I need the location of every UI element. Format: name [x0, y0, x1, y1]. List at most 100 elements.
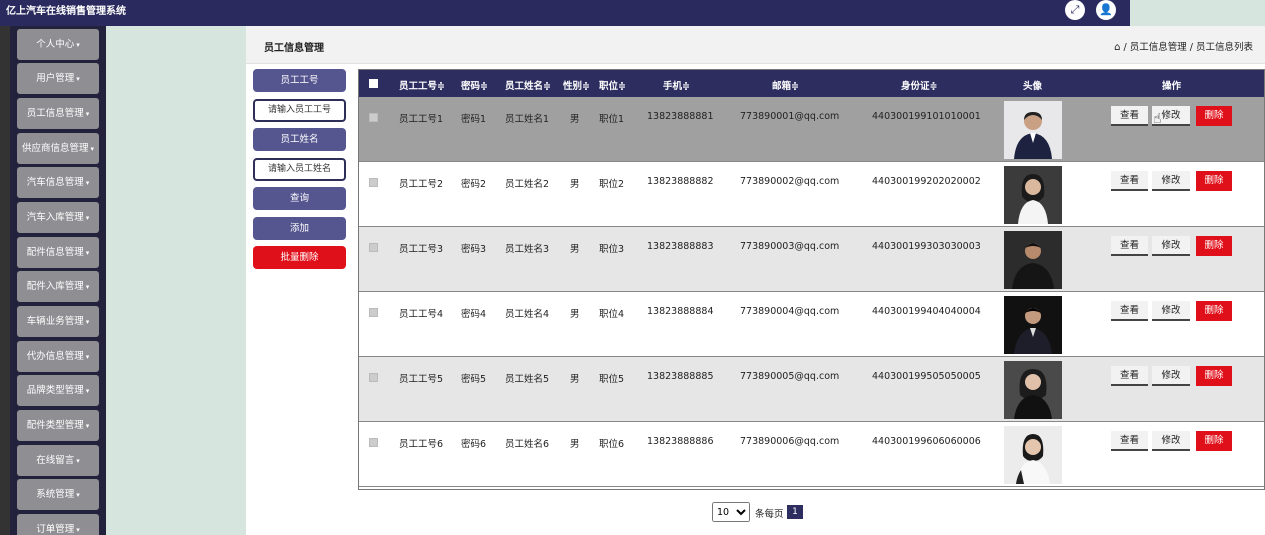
th-avatar: 头像 [1023, 81, 1043, 92]
row-checkbox[interactable] [369, 178, 378, 187]
edit-button[interactable]: 修改 [1152, 171, 1190, 191]
user-icon[interactable]: 👤 [1096, 0, 1116, 20]
page-size-select[interactable]: 10 [712, 502, 750, 522]
batch-delete-button[interactable]: 批量删除 [253, 246, 346, 269]
cell-emp-no: 员工工号5 [399, 374, 444, 385]
sidebar-item-user-management[interactable]: 用户管理 ▾ [17, 63, 99, 94]
page-number-button[interactable]: 1 [787, 505, 803, 519]
avatar-photo [1004, 296, 1062, 354]
sidebar-item-personal-center[interactable]: 个人中心 ▾ [17, 29, 99, 60]
delete-button[interactable]: 删除 [1196, 236, 1232, 256]
home-icon[interactable]: ⌂ [1114, 42, 1120, 53]
table-row[interactable]: 员工工号3 密码3 员工姓名3 男 职位3 13823888883 773890… [359, 227, 1264, 292]
cell-email: 773890003@qq.com [740, 241, 840, 252]
view-button[interactable]: 查看 [1111, 431, 1148, 451]
table-row[interactable]: 员工工号6 密码6 员工姓名6 男 职位6 13823888886 773890… [359, 422, 1264, 487]
cell-password: 密码2 [461, 179, 487, 190]
th-position[interactable]: 职位≑ [599, 78, 626, 92]
search-button[interactable]: 查询 [253, 187, 346, 210]
avatar-photo [1004, 426, 1062, 484]
delete-button[interactable]: 删除 [1196, 366, 1232, 386]
cell-email: 773890002@qq.com [740, 176, 840, 187]
cell-password: 密码6 [461, 439, 487, 450]
view-button[interactable]: 查看 [1111, 236, 1148, 256]
th-email[interactable]: 邮箱≑ [772, 78, 799, 92]
cell-phone: 13823888885 [647, 371, 714, 382]
watermark: CSDN @嘉应学长 [1114, 512, 1221, 527]
cell-name: 员工姓名2 [505, 179, 550, 190]
cell-id-card: 440300199606060006 [872, 436, 981, 447]
th-password[interactable]: 密码≑ [461, 78, 488, 92]
sidebar-item-brand-type[interactable]: 品牌类型管理 ▾ [17, 375, 99, 406]
table-row[interactable]: 员工工号5 密码5 员工姓名5 男 职位5 13823888885 773890… [359, 357, 1264, 422]
add-button[interactable]: 添加 [253, 217, 346, 240]
delete-button[interactable]: 删除 [1196, 171, 1232, 191]
select-all-checkbox[interactable] [369, 79, 378, 88]
edit-button[interactable]: 修改 [1152, 236, 1190, 256]
cell-password: 密码3 [461, 244, 487, 255]
fullscreen-icon[interactable]: ⤢ [1065, 0, 1085, 20]
cell-password: 密码5 [461, 374, 487, 385]
table-row[interactable]: 员工工号4 密码4 员工姓名4 男 职位4 13823888884 773890… [359, 292, 1264, 357]
cell-gender: 男 [570, 179, 580, 190]
sidebar-item-parts-type[interactable]: 配件类型管理 ▾ [17, 410, 99, 441]
page-header: 员工信息管理 ⌂ / 员工信息管理 / 员工信息列表 [246, 26, 1265, 64]
cell-id-card: 440300199404040004 [872, 306, 981, 317]
sidebar-item-online-message[interactable]: 在线留言 ▾ [17, 445, 99, 476]
cell-id-card: 440300199505050005 [872, 371, 981, 382]
view-button[interactable]: 查看 [1111, 301, 1148, 321]
sidebar-item-agency-info[interactable]: 代办信息管理 ▾ [17, 341, 99, 372]
top-right-background [1130, 0, 1265, 26]
avatar-photo [1004, 101, 1062, 159]
emp-no-input[interactable]: 请输入员工工号 [253, 99, 346, 122]
row-checkbox[interactable] [369, 243, 378, 252]
sidebar-item-employee-management[interactable]: 员工信息管理 ▾ [17, 98, 99, 129]
cell-position: 职位4 [599, 309, 625, 320]
sidebar-edge [0, 26, 10, 535]
view-button[interactable]: 查看 [1111, 106, 1148, 126]
avatar-photo [1004, 361, 1062, 419]
emp-name-input[interactable]: 请输入员工姓名 [253, 158, 346, 181]
sidebar-item-car-stock-in[interactable]: 汽车入库管理 ▾ [17, 202, 99, 233]
cell-phone: 13823888882 [647, 176, 714, 187]
cell-name: 员工姓名3 [505, 244, 550, 255]
th-emp-no[interactable]: 员工工号≑ [399, 78, 445, 92]
sidebar-item-supplier-management[interactable]: 供应商信息管理 ▾ [17, 133, 99, 164]
avatar-photo [1004, 166, 1062, 224]
table-row[interactable]: 员工工号1 密码1 员工姓名1 男 职位1 13823888881 773890… [359, 97, 1264, 162]
view-button[interactable]: 查看 [1111, 366, 1148, 386]
sidebar-item-order-management[interactable]: 订单管理 ▾ [17, 514, 99, 535]
sidebar: 个人中心 ▾ 用户管理 ▾ 员工信息管理 ▾ 供应商信息管理 ▾ 汽车信息管理 ▾ 汽车入… [0, 26, 106, 535]
edit-button[interactable]: 修改 [1152, 301, 1190, 321]
sidebar-item-car-info[interactable]: 汽车信息管理 ▾ [17, 167, 99, 198]
sidebar-item-parts-info[interactable]: 配件信息管理 ▾ [17, 237, 99, 268]
cell-emp-no: 员工工号4 [399, 309, 444, 320]
table-row[interactable]: 员工工号2 密码2 员工姓名2 男 职位2 13823888882 773890… [359, 162, 1264, 227]
cell-phone: 13823888883 [647, 241, 714, 252]
delete-button[interactable]: 删除 [1196, 106, 1232, 126]
edit-button[interactable]: 修改 [1152, 366, 1190, 386]
row-checkbox[interactable] [369, 113, 378, 122]
cell-gender: 男 [570, 309, 580, 320]
sidebar-item-parts-stock-in[interactable]: 配件入库管理 ▾ [17, 271, 99, 302]
th-gender[interactable]: 性别≑ [563, 78, 590, 92]
breadcrumb-text[interactable]: / 员工信息管理 / 员工信息列表 [1124, 42, 1253, 53]
view-button[interactable]: 查看 [1111, 171, 1148, 191]
row-checkbox[interactable] [369, 308, 378, 317]
cell-id-card: 440300199202020002 [872, 176, 981, 187]
cell-position: 职位3 [599, 244, 625, 255]
row-checkbox[interactable] [369, 438, 378, 447]
th-id-card[interactable]: 身份证≑ [901, 78, 937, 92]
row-checkbox[interactable] [369, 373, 378, 382]
cell-phone: 13823888886 [647, 436, 714, 447]
sidebar-item-system-management[interactable]: 系统管理 ▾ [17, 479, 99, 510]
delete-button[interactable]: 删除 [1196, 431, 1232, 451]
sidebar-item-vehicle-business[interactable]: 车辆业务管理 ▾ [17, 306, 99, 337]
cell-id-card: 440300199303030003 [872, 241, 981, 252]
edit-button[interactable]: 修改 [1152, 431, 1190, 451]
top-bar: 亿上汽车在线销售管理系统 ⤢ 👤 [0, 0, 1130, 26]
per-page-label: 条每页 [755, 509, 784, 520]
delete-button[interactable]: 删除 [1196, 301, 1232, 321]
th-phone[interactable]: 手机≑ [663, 78, 690, 92]
th-name[interactable]: 员工姓名≑ [505, 78, 551, 92]
